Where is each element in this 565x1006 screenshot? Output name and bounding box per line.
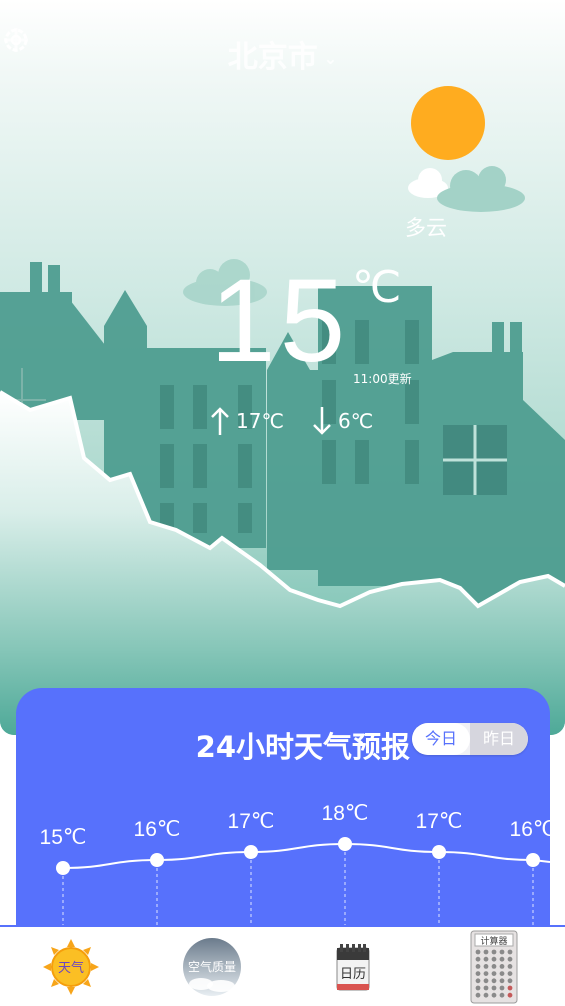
calculator-key [475,977,481,983]
hour-temperature-label: 17℃ [416,810,463,833]
hour-point [150,853,164,867]
calendar-tab-label: 日历 [340,967,366,982]
calculator-key [507,963,513,969]
calculator-key [499,949,505,954]
calculator-key [483,992,489,998]
hour-point [432,845,446,859]
calculator-tab-label: 计算器 [481,935,508,947]
calculator-key [507,992,513,998]
city-selector[interactable]: 北京市 ⌄ [0,32,565,76]
tab-weather[interactable]: 天气 [0,927,141,1006]
calculator-icon: 计算器 [470,930,518,1003]
update-time: 11:00更新 [353,372,412,386]
cloud-icon [437,166,525,212]
current-temperature: 15 [210,255,350,387]
hour-temperature-label: 18℃ [322,802,369,825]
temperature-unit: ℃ [352,263,402,312]
calculator-key [491,970,497,976]
calculator-key [499,956,505,962]
calculator-key [499,970,505,976]
calculator-key [475,970,481,976]
calculator-key [491,985,497,990]
calendar-icon: 日历 [336,943,370,990]
high-temperature: 17℃ [210,406,284,436]
low-temperature: 6℃ [312,406,373,436]
hour-temperature-label: 16℃ [134,818,181,841]
calculator-key [491,963,497,969]
arrow-up-icon [211,407,229,435]
calculator-key [507,977,513,983]
calculator-key [491,956,497,962]
calculator-key [475,963,481,969]
hour-temperature-label: 16℃ [510,818,550,841]
weather-tab-label: 天气 [58,960,84,976]
calculator-key [507,970,513,976]
calculator-key [483,985,489,990]
calculator-key [483,977,489,983]
calculator-key [475,956,481,962]
sun-icon [411,86,485,160]
hour-temperature-label: 17℃ [228,810,275,833]
calculator-key [483,956,489,962]
calculator-key [491,992,497,998]
calculator-key [507,949,513,954]
calculator-key [475,949,481,954]
chevron-down-icon: ⌄ [323,49,338,68]
high-temperature-value: 17℃ [236,409,284,433]
calculator-key [499,963,505,969]
calculator-key [483,963,489,969]
air-quality-icon: 空气质量 [182,937,241,996]
calculator-key [491,977,497,983]
calculator-key [491,949,497,954]
tab-air-quality[interactable]: 空气质量 [141,927,282,1006]
weather-condition: 多云 [405,216,447,240]
hour-point [526,853,540,867]
arrow-down-icon [313,407,331,435]
calculator-key [499,985,505,990]
hour-point [338,837,352,851]
bottom-tab-bar: 天气 空气质量 日历 计算器 [0,925,565,1006]
city-name: 北京市 [227,40,318,75]
air-quality-tab-label: 空气质量 [188,959,236,974]
calculator-key [475,992,481,998]
hour-point [56,861,70,875]
calculator-key [475,985,481,990]
calculator-key [483,949,489,954]
low-temperature-value: 6℃ [338,409,374,433]
calculator-key [499,992,505,998]
calculator-key [507,985,513,990]
tab-calculator[interactable]: 计算器 [424,927,565,1006]
settings-icon[interactable] [0,24,32,56]
sun-badge-icon: 天气 [42,938,99,995]
weather-hero: 北京市 ⌄ 多云 15 ℃ 11:00更新 17℃ 6℃ [0,0,565,735]
calculator-key [507,956,513,962]
calculator-key [483,970,489,976]
hour-point [244,845,258,859]
top-bar: 北京市 ⌄ [0,24,565,84]
tab-calendar[interactable]: 日历 [283,927,424,1006]
hour-temperature-label: 15℃ [40,826,87,849]
temperature-line [62,842,550,869]
calculator-key [499,977,505,983]
